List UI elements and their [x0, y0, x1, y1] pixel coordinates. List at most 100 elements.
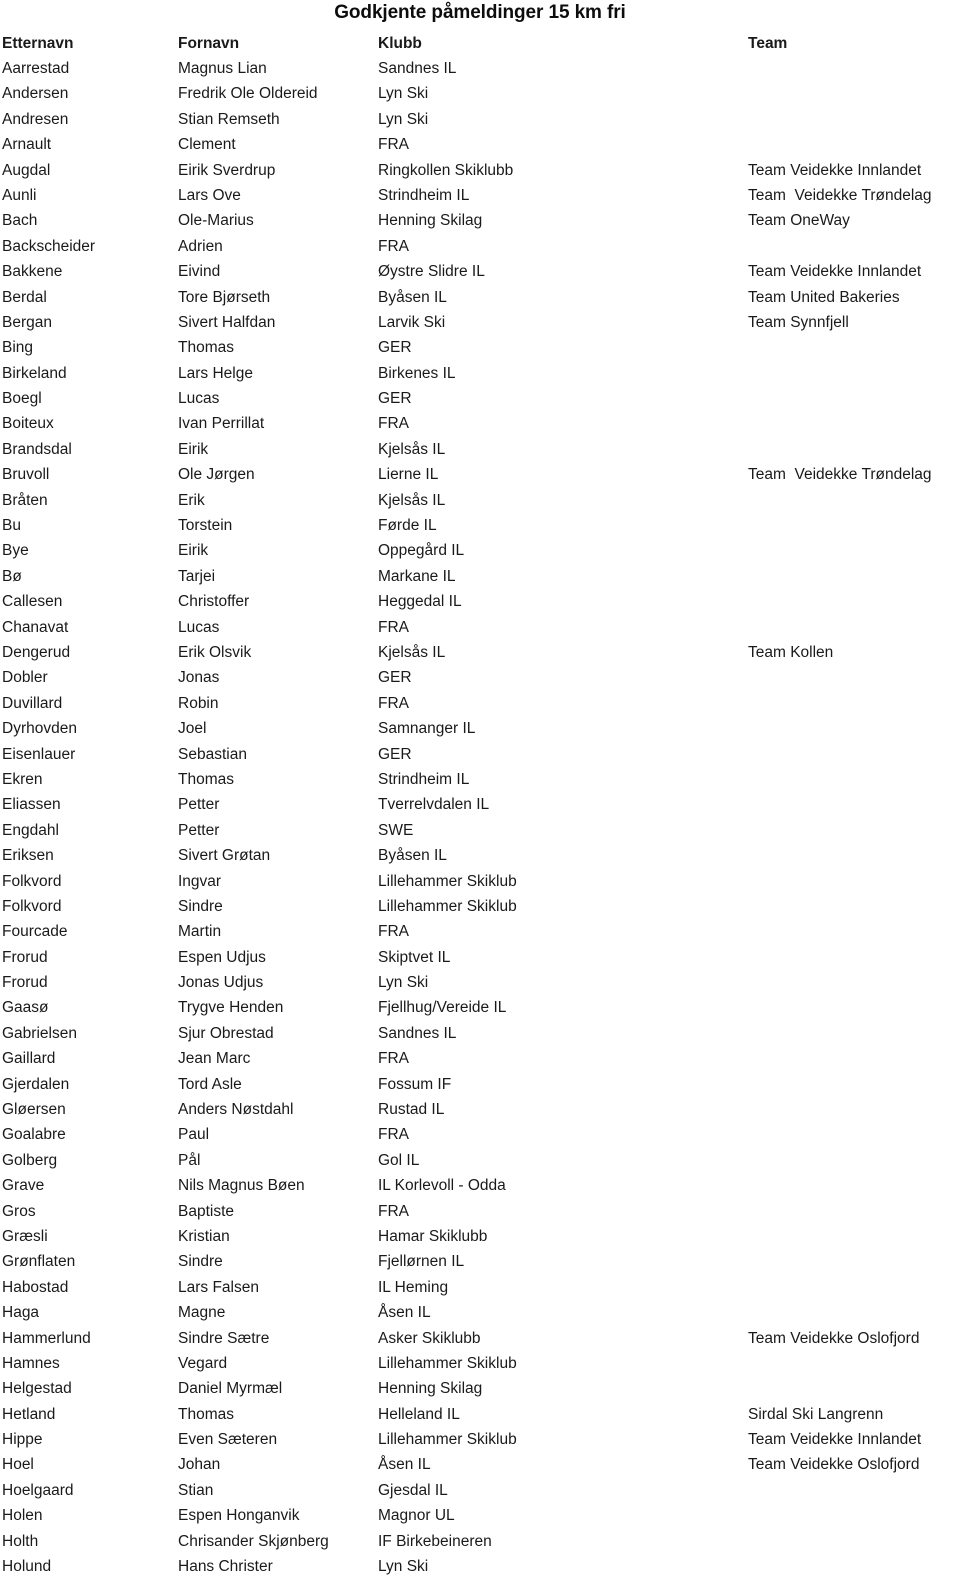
- cell-fornavn: Robin: [178, 694, 219, 712]
- cell-etternavn: Bakkene: [2, 263, 63, 281]
- cell-etternavn: Dengerud: [2, 643, 71, 661]
- cell-klubb: Lillehammer Skiklub: [378, 1354, 517, 1372]
- cell-etternavn: Birkeland: [2, 364, 67, 382]
- table-row: Fourcade Martin FRA: [0, 919, 960, 944]
- cell-fornavn: Eirik: [178, 440, 209, 458]
- cell-fornavn: Thomas: [178, 1405, 234, 1423]
- cell-fornavn: Eirik: [178, 542, 209, 560]
- cell-klubb: Lillehammer Skiklub: [378, 872, 517, 890]
- cell-fornavn: Kristian: [178, 1227, 230, 1245]
- cell-etternavn: Hamnes: [2, 1354, 60, 1372]
- table-row: Græsli Kristian Hamar Skiklubb: [0, 1224, 960, 1249]
- cell-fornavn: Sindre: [178, 1253, 223, 1271]
- cell-fornavn: Sivert Grøtan: [178, 847, 271, 865]
- cell-klubb: Kjelsås IL: [378, 440, 446, 458]
- table-row: Eliassen Petter Tverrelvdalen IL: [0, 792, 960, 817]
- cell-fornavn: Daniel Myrmæl: [178, 1380, 283, 1398]
- cell-etternavn: Callesen: [2, 593, 63, 611]
- cell-klubb: FRA: [378, 415, 409, 433]
- cell-etternavn: Græsli: [2, 1227, 48, 1245]
- cell-fornavn: Thomas: [178, 339, 234, 357]
- table-row: Bakkene Eivind Øystre Slidre IL Team Veidek…: [0, 259, 960, 284]
- cell-etternavn: Holund: [2, 1558, 52, 1576]
- cell-team: Team Synnfjell: [748, 313, 849, 331]
- cell-klubb: Åsen IL: [378, 1304, 431, 1322]
- cell-fornavn: Johan: [178, 1456, 221, 1474]
- cell-team: Team United Bakeries: [748, 288, 900, 306]
- cell-etternavn: Eliassen: [2, 796, 61, 814]
- cell-klubb: Oppegård IL: [378, 542, 465, 560]
- cell-team: Team Veidekke Innlandet: [748, 263, 922, 281]
- cell-etternavn: Dobler: [2, 669, 48, 687]
- cell-team: Sirdal Ski Langrenn: [748, 1405, 884, 1423]
- table-row: Brandsdal Eirik Kjelsås IL: [0, 437, 960, 462]
- cell-klubb: Gol IL: [378, 1151, 420, 1169]
- cell-etternavn: Ekren: [2, 770, 43, 788]
- cell-fornavn: Sjur Obrestad: [178, 1024, 274, 1042]
- cell-etternavn: Bruvoll: [2, 466, 50, 484]
- cell-etternavn: Augdal: [2, 161, 51, 179]
- table-row: Eriksen Sivert Grøtan Byåsen IL: [0, 843, 960, 868]
- cell-etternavn: Engdahl: [2, 821, 59, 839]
- table-row: Grønflaten Sindre Fjellørnen IL: [0, 1249, 960, 1274]
- table-row: Aarrestad Magnus Lian Sandnes IL: [0, 56, 960, 81]
- cell-etternavn: Arnault: [2, 136, 52, 154]
- cell-klubb: Byåsen IL: [378, 847, 447, 865]
- column-header-etternavn: Etternavn: [2, 35, 74, 52]
- document-page: Godkjente påmeldinger 15 km fri Etternav…: [0, 0, 960, 1583]
- table-row: Eisenlauer Sebastian GER: [0, 742, 960, 767]
- table-row: Backscheider Adrien FRA: [0, 234, 960, 259]
- cell-klubb: Gjesdal IL: [378, 1481, 448, 1499]
- table-row: Augdal Eirik Sverdrup Ringkollen Skiklubb T…: [0, 158, 960, 183]
- cell-fornavn: Lucas: [178, 390, 220, 408]
- cell-fornavn: Ingvar: [178, 872, 222, 890]
- cell-etternavn: Aunli: [2, 186, 37, 204]
- cell-etternavn: Haga: [2, 1304, 40, 1322]
- cell-fornavn: Adrien: [178, 237, 223, 255]
- cell-fornavn: Espen Udjus: [178, 948, 266, 966]
- cell-fornavn: Sindre: [178, 897, 223, 915]
- table-row: Hoel Johan Åsen IL Team Veidekke Oslofjord: [0, 1452, 960, 1477]
- cell-klubb: Henning Skilag: [378, 212, 483, 230]
- cell-fornavn: Clement: [178, 136, 236, 154]
- cell-team: Team Kollen: [748, 643, 834, 661]
- cell-etternavn: Gros: [2, 1202, 36, 1220]
- table-row: Golberg Pål Gol IL: [0, 1148, 960, 1173]
- cell-klubb: Øystre Slidre IL: [378, 263, 485, 281]
- cell-etternavn: Boegl: [2, 390, 42, 408]
- cell-etternavn: Goalabre: [2, 1126, 66, 1144]
- cell-fornavn: Anders Nøstdahl: [178, 1101, 294, 1119]
- table-row: Bergan Sivert Halfdan Larvik Ski Team Synnf…: [0, 310, 960, 335]
- cell-klubb: Lyn Ski: [378, 1558, 429, 1576]
- cell-klubb: GER: [378, 669, 412, 687]
- cell-fornavn: Ole Jørgen: [178, 466, 255, 484]
- cell-etternavn: Eriksen: [2, 847, 54, 865]
- table-row: Callesen Christoffer Heggedal IL: [0, 589, 960, 614]
- cell-etternavn: Gjerdalen: [2, 1075, 70, 1093]
- cell-klubb: Lillehammer Skiklub: [378, 897, 517, 915]
- table-row: Gaillard Jean Marc FRA: [0, 1046, 960, 1071]
- cell-etternavn: Helgestad: [2, 1380, 72, 1398]
- cell-etternavn: Gløersen: [2, 1101, 66, 1119]
- cell-etternavn: Frorud: [2, 948, 48, 966]
- cell-fornavn: Espen Honganvik: [178, 1507, 300, 1525]
- cell-fornavn: Magne: [178, 1304, 226, 1322]
- cell-fornavn: Lucas: [178, 618, 220, 636]
- table-row: Goalabre Paul FRA: [0, 1122, 960, 1147]
- cell-klubb: Kjelsås IL: [378, 643, 446, 661]
- cell-klubb: Lierne IL: [378, 466, 439, 484]
- cell-klubb: Lyn Ski: [378, 974, 429, 992]
- cell-etternavn: Frorud: [2, 974, 48, 992]
- cell-etternavn: Folkvord: [2, 897, 62, 915]
- cell-klubb: IL Heming: [378, 1278, 449, 1296]
- cell-klubb: Strindheim IL: [378, 770, 470, 788]
- cell-fornavn: Tord Asle: [178, 1075, 242, 1093]
- cell-fornavn: Jonas: [178, 669, 220, 687]
- cell-fornavn: Jean Marc: [178, 1050, 251, 1068]
- cell-etternavn: Grave: [2, 1177, 45, 1195]
- cell-klubb: Fossum IF: [378, 1075, 452, 1093]
- table-row: Chanavat Lucas FRA: [0, 615, 960, 640]
- cell-klubb: Heggedal IL: [378, 593, 462, 611]
- cell-klubb: Rustad IL: [378, 1101, 445, 1119]
- cell-etternavn: Bach: [2, 212, 38, 230]
